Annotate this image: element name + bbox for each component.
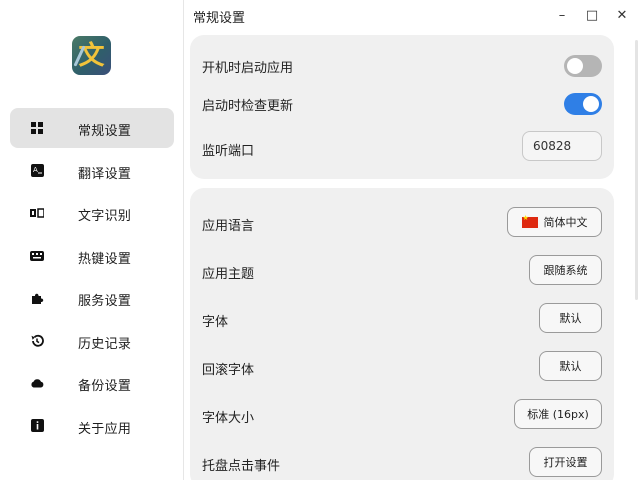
sidebar-item-service[interactable]: 服务设置 [10, 278, 174, 318]
close-button[interactable]: ✕ [604, 0, 640, 30]
sidebar-item-general[interactable]: 常规设置 [10, 108, 174, 148]
fallback-font-label: 回滚字体 [202, 363, 255, 378]
sidebar-item-backup[interactable]: 备份设置 [10, 363, 174, 403]
sidebar-item-label: 文字识别 [78, 209, 132, 224]
settings-content: 开机时启动应用 启动时检查更新 监听端口 应用语言 简体中文 应用主题 跟随系统… [184, 30, 640, 480]
fallback-font-value: 默认 [559, 360, 582, 373]
translate-icon: A [30, 164, 44, 178]
tray-click-value: 打开设置 [543, 456, 588, 469]
window-title: 常规设置 [193, 11, 246, 26]
font-size-label: 字体大小 [202, 411, 255, 426]
ocr-icon [30, 206, 44, 220]
sidebar-item-history[interactable]: 历史记录 [10, 321, 174, 361]
sidebar-item-ocr[interactable]: 文字识别 [10, 193, 174, 233]
puzzle-icon [30, 291, 44, 305]
sidebar-item-label: 常规设置 [78, 124, 132, 139]
language-select[interactable]: 简体中文 [507, 207, 602, 237]
sidebar-item-translate[interactable]: A 翻译设置 [10, 151, 174, 191]
font-select[interactable]: 默认 [539, 303, 602, 333]
font-label: 字体 [202, 315, 229, 330]
china-flag-icon [521, 214, 538, 228]
sidebar-item-hotkey[interactable]: 热键设置 [10, 236, 174, 276]
theme-value: 跟随系统 [543, 264, 588, 277]
language-value: 简体中文 [543, 216, 588, 229]
info-icon [30, 419, 44, 433]
autostart-label: 开机时启动应用 [202, 61, 294, 76]
check-update-toggle[interactable] [564, 93, 602, 115]
grid-icon [30, 121, 44, 135]
sidebar-item-label: 热键设置 [78, 251, 132, 267]
sidebar-item-about[interactable]: 关于应用 [10, 406, 174, 446]
tray-click-label: 托盘点击事件 [202, 459, 281, 474]
sidebar-item-label: 翻译设置 [78, 166, 132, 182]
tray-click-select[interactable]: 打开设置 [529, 447, 602, 477]
autostart-toggle[interactable] [564, 55, 602, 77]
keyboard-icon [30, 249, 44, 263]
cloud-icon [30, 376, 44, 390]
font-size-select[interactable]: 标准 (16px) [514, 399, 602, 429]
app-logo-icon: 文 [72, 36, 111, 75]
port-label: 监听端口 [202, 144, 255, 159]
theme-select[interactable]: 跟随系统 [529, 255, 602, 285]
port-input[interactable] [522, 131, 602, 161]
scrollbar[interactable] [635, 40, 638, 300]
general-card: 开机时启动应用 启动时检查更新 监听端口 [190, 35, 614, 179]
font-value: 默认 [559, 312, 582, 325]
sidebar: 文 常规设置 A 翻译设置 文字识别 热键设置 服务设置 历史记录 备份设置 关… [0, 0, 184, 480]
history-icon [30, 334, 44, 348]
check-update-label: 启动时检查更新 [202, 99, 294, 114]
font-size-value: 标准 (16px) [527, 408, 589, 421]
title-bar: 常规设置 – □ ✕ [184, 0, 640, 30]
language-label: 应用语言 [202, 219, 255, 234]
fallback-font-select[interactable]: 默认 [539, 351, 602, 381]
svg-text:A: A [33, 166, 38, 174]
appearance-card: 应用语言 简体中文 应用主题 跟随系统 字体 默认 回滚字体 默认 字体大小 标… [190, 188, 614, 480]
sidebar-item-label: 服务设置 [78, 294, 132, 309]
sidebar-item-label: 关于应用 [78, 421, 132, 437]
sidebar-nav: 常规设置 A 翻译设置 文字识别 热键设置 服务设置 历史记录 备份设置 关于应… [10, 108, 174, 448]
sidebar-item-label: 历史记录 [78, 336, 132, 352]
theme-label: 应用主题 [202, 267, 255, 282]
sidebar-item-label: 备份设置 [78, 379, 132, 394]
